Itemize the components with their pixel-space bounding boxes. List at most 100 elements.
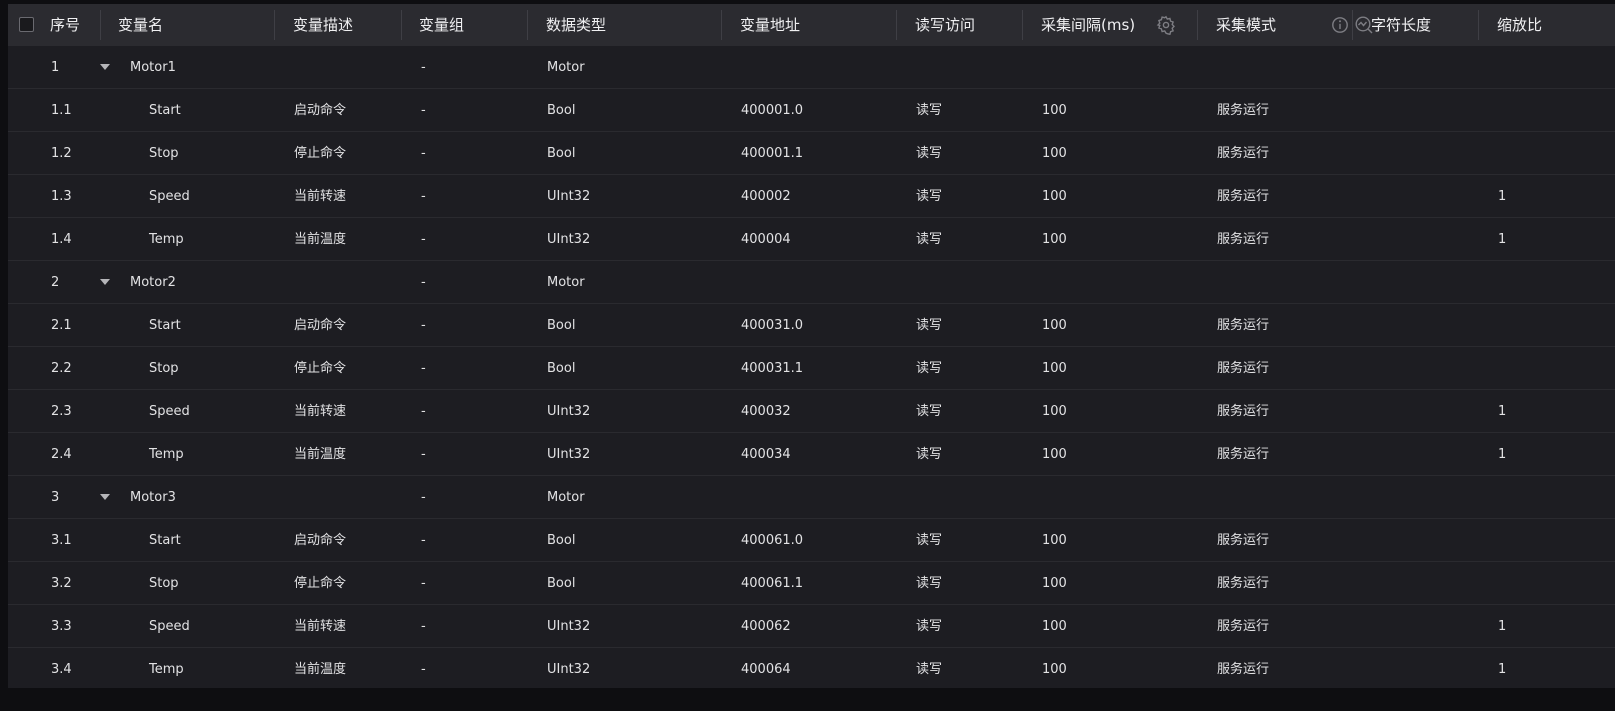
info-icon[interactable] — [1330, 15, 1350, 35]
column-header-addr[interactable]: 变量地址 — [740, 4, 800, 46]
cell-desc: 停止命令 — [294, 146, 347, 161]
cell-interval: 100 — [1042, 318, 1067, 333]
cell-interval: 100 — [1042, 662, 1067, 677]
cell-addr: 400061.0 — [741, 533, 804, 548]
cell-access: 读写 — [916, 404, 943, 419]
cell-group: - — [421, 662, 426, 677]
cell-group: - — [421, 619, 426, 634]
cell-index: 2.1 — [51, 318, 72, 333]
cell-addr: 400032 — [741, 404, 791, 419]
table-row-group[interactable]: 2 Motor2 - Motor — [8, 261, 1615, 304]
column-resize-handle[interactable] — [1022, 10, 1023, 40]
cell-type: Motor — [547, 275, 585, 290]
cell-group: - — [421, 447, 426, 462]
column-resize-handle[interactable] — [1197, 10, 1198, 40]
cell-name: Stop — [149, 361, 179, 376]
cell-index: 3.4 — [51, 662, 72, 677]
expand-caret-icon[interactable] — [100, 279, 110, 285]
column-header-access[interactable]: 读写访问 — [915, 4, 975, 46]
cell-interval: 100 — [1042, 103, 1067, 118]
cell-name: Start — [149, 318, 181, 333]
column-header-name[interactable]: 变量名 — [118, 4, 163, 46]
table-row[interactable]: 3.3 Speed 当前转速 - UInt32 400062 读写 100 服务运行 1 — [8, 605, 1615, 648]
table-row[interactable]: 1.1 Start 启动命令 - Bool 400001.0 读写 100 服务运行 — [8, 89, 1615, 132]
column-header-type[interactable]: 数据类型 — [546, 4, 606, 46]
cell-addr: 400004 — [741, 232, 791, 247]
column-resize-handle[interactable] — [1352, 10, 1353, 40]
cell-group: - — [421, 576, 426, 591]
cell-index: 3.1 — [51, 533, 72, 548]
column-resize-handle[interactable] — [1478, 10, 1479, 40]
cell-type: UInt32 — [547, 404, 591, 419]
cell-type: Bool — [547, 103, 576, 118]
gear-icon[interactable] — [1156, 15, 1176, 36]
table-row[interactable]: 2.1 Start 启动命令 - Bool 400031.0 读写 100 服务运行 — [8, 304, 1615, 347]
column-resize-handle[interactable] — [100, 10, 101, 40]
trend-search-icon[interactable] — [1354, 15, 1374, 35]
column-resize-handle[interactable] — [527, 10, 528, 40]
cell-type: Bool — [547, 361, 576, 376]
cell-group: - — [421, 361, 426, 376]
cell-index: 2.4 — [51, 447, 72, 462]
cell-desc: 当前转速 — [294, 619, 347, 634]
table-row[interactable]: 3.4 Temp 当前温度 - UInt32 400064 读写 100 服务运行 1 — [8, 648, 1615, 688]
cell-scale: 1 — [1498, 232, 1507, 247]
column-header-index[interactable]: 序号 — [50, 4, 80, 46]
column-resize-handle[interactable] — [401, 10, 402, 40]
cell-desc: 当前转速 — [294, 404, 347, 419]
cell-desc: 启动命令 — [294, 318, 347, 333]
cell-name: Motor1 — [130, 60, 176, 75]
cell-scale: 1 — [1498, 189, 1507, 204]
table-row-group[interactable]: 3 Motor3 - Motor — [8, 476, 1615, 519]
cell-addr: 400034 — [741, 447, 791, 462]
column-header-strlen[interactable]: 字符长度 — [1371, 4, 1431, 46]
cell-index: 3.3 — [51, 619, 72, 634]
cell-access: 读写 — [916, 662, 943, 677]
cell-index: 1.4 — [51, 232, 72, 247]
cell-type: UInt32 — [547, 447, 591, 462]
column-resize-handle[interactable] — [721, 10, 722, 40]
variable-table-window: 序号 变量名 变量描述 变量组 数据类型 变量地址 读写访问 采集间隔(ms) 采集模式 字符长度… — [0, 0, 1615, 711]
cell-interval: 100 — [1042, 361, 1067, 376]
cell-type: Bool — [547, 533, 576, 548]
column-resize-handle[interactable] — [896, 10, 897, 40]
table-row-group[interactable]: 1 Motor1 - Motor — [8, 46, 1615, 89]
column-resize-handle[interactable] — [274, 10, 275, 40]
cell-type: Motor — [547, 490, 585, 505]
cell-interval: 100 — [1042, 447, 1067, 462]
cell-mode: 服务运行 — [1217, 576, 1270, 591]
column-header-scale[interactable]: 缩放比 — [1497, 4, 1542, 46]
cell-mode: 服务运行 — [1217, 232, 1270, 247]
cell-index: 1.3 — [51, 189, 72, 204]
expand-caret-icon[interactable] — [100, 494, 110, 500]
cell-mode: 服务运行 — [1217, 146, 1270, 161]
table-row[interactable]: 3.2 Stop 停止命令 - Bool 400061.1 读写 100 服务运行 — [8, 562, 1615, 605]
cell-name: Start — [149, 533, 181, 548]
table-row[interactable]: 2.3 Speed 当前转速 - UInt32 400032 读写 100 服务运行 1 — [8, 390, 1615, 433]
cell-mode: 服务运行 — [1217, 318, 1270, 333]
table-row[interactable]: 1.2 Stop 停止命令 - Bool 400001.1 读写 100 服务运行 — [8, 132, 1615, 175]
table-row[interactable]: 2.2 Stop 停止命令 - Bool 400031.1 读写 100 服务运行 — [8, 347, 1615, 390]
cell-interval: 100 — [1042, 404, 1067, 419]
cell-mode: 服务运行 — [1217, 533, 1270, 548]
cell-group: - — [421, 318, 426, 333]
cell-type: Bool — [547, 146, 576, 161]
cell-interval: 100 — [1042, 576, 1067, 591]
column-header-desc[interactable]: 变量描述 — [293, 4, 353, 46]
cell-group: - — [421, 146, 426, 161]
cell-interval: 100 — [1042, 533, 1067, 548]
table-row[interactable]: 1.3 Speed 当前转速 - UInt32 400002 读写 100 服务运行 1 — [8, 175, 1615, 218]
select-all-checkbox[interactable] — [19, 17, 34, 32]
cell-interval: 100 — [1042, 146, 1067, 161]
table-row[interactable]: 2.4 Temp 当前温度 - UInt32 400034 读写 100 服务运行 1 — [8, 433, 1615, 476]
table-row[interactable]: 3.1 Start 启动命令 - Bool 400061.0 读写 100 服务运行 — [8, 519, 1615, 562]
cell-desc: 停止命令 — [294, 361, 347, 376]
column-header-mode[interactable]: 采集模式 — [1216, 4, 1276, 46]
cell-mode: 服务运行 — [1217, 404, 1270, 419]
cell-type: UInt32 — [547, 662, 591, 677]
expand-caret-icon[interactable] — [100, 64, 110, 70]
table-row[interactable]: 1.4 Temp 当前温度 - UInt32 400004 读写 100 服务运行 1 — [8, 218, 1615, 261]
column-header-group[interactable]: 变量组 — [419, 4, 464, 46]
column-header-interval[interactable]: 采集间隔(ms) — [1041, 4, 1135, 46]
cell-name: Temp — [149, 447, 184, 462]
